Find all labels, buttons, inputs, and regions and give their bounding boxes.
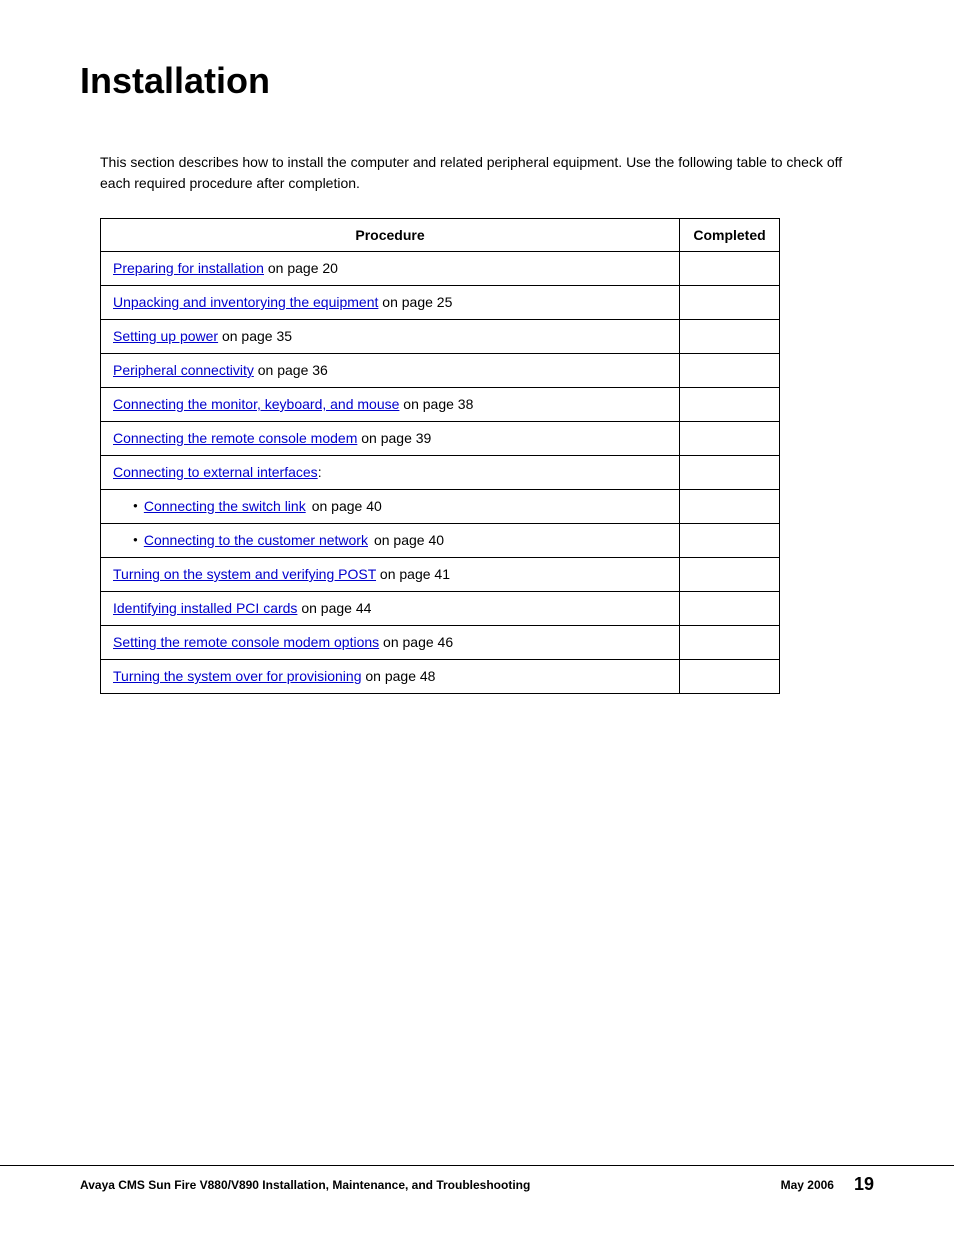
table-row: Setting the remote console modem options… <box>101 626 780 660</box>
completed-cell <box>680 354 780 388</box>
procedure-suffix: on page 41 <box>376 566 450 582</box>
bullet-item: ● Connecting the switch link on page 40 <box>133 496 667 517</box>
procedure-cell: Turning the system over for provisioning… <box>101 660 680 694</box>
procedure-cell: Unpacking and inventorying the equipment… <box>101 286 680 320</box>
table-header-procedure: Procedure <box>101 219 680 252</box>
procedure-cell: Setting the remote console modem options… <box>101 626 680 660</box>
procedure-link[interactable]: Preparing for installation <box>113 260 264 276</box>
completed-cell <box>680 558 780 592</box>
procedure-cell: Turning on the system and verifying POST… <box>101 558 680 592</box>
procedure-cell: Peripheral connectivity on page 36 <box>101 354 680 388</box>
procedure-link[interactable]: Peripheral connectivity <box>113 362 254 378</box>
procedure-link[interactable]: Connecting the switch link <box>144 496 306 517</box>
page-container: Installation This section describes how … <box>0 0 954 1235</box>
procedure-cell: Connecting the monitor, keyboard, and mo… <box>101 388 680 422</box>
footer-right: May 2006 19 <box>781 1174 874 1195</box>
completed-cell <box>680 660 780 694</box>
procedure-suffix: on page 35 <box>218 328 292 344</box>
procedure-cell: Setting up power on page 35 <box>101 320 680 354</box>
completed-cell <box>680 252 780 286</box>
completed-cell <box>680 626 780 660</box>
procedure-suffix: on page 40 <box>312 496 382 517</box>
footer-title: Avaya CMS Sun Fire V880/V890 Installatio… <box>80 1178 530 1192</box>
completed-cell <box>680 422 780 456</box>
procedure-link[interactable]: Identifying installed PCI cards <box>113 600 297 616</box>
bullet-dot: ● <box>133 500 138 512</box>
page-footer: Avaya CMS Sun Fire V880/V890 Installatio… <box>0 1165 954 1195</box>
page-title: Installation <box>80 60 874 102</box>
procedure-link[interactable]: Connecting to external interfaces <box>113 464 318 480</box>
completed-cell <box>680 320 780 354</box>
procedure-link[interactable]: Unpacking and inventorying the equipment <box>113 294 378 310</box>
procedure-cell: Connecting to external interfaces: <box>101 456 680 490</box>
completed-cell <box>680 286 780 320</box>
procedure-suffix: on page 36 <box>254 362 328 378</box>
procedure-link[interactable]: Setting the remote console modem options <box>113 634 379 650</box>
procedure-suffix: on page 46 <box>379 634 453 650</box>
procedure-suffix: on page 48 <box>361 668 435 684</box>
table-row: Unpacking and inventorying the equipment… <box>101 286 780 320</box>
completed-cell <box>680 388 780 422</box>
procedure-table: Procedure Completed Preparing for instal… <box>100 218 780 694</box>
bullet-item: ● Connecting to the customer network on p… <box>133 530 667 551</box>
procedure-link[interactable]: Setting up power <box>113 328 218 344</box>
footer-date: May 2006 <box>781 1178 834 1192</box>
table-row: Connecting the remote console modem on p… <box>101 422 780 456</box>
table-row: Identifying installed PCI cards on page … <box>101 592 780 626</box>
table-header-completed: Completed <box>680 219 780 252</box>
table-row: ● Connecting to the customer network on p… <box>101 524 780 558</box>
procedure-link[interactable]: Connecting the remote console modem <box>113 430 357 446</box>
procedure-suffix: on page 38 <box>399 396 473 412</box>
procedure-cell: ● Connecting to the customer network on p… <box>101 524 680 558</box>
procedure-cell: Preparing for installation on page 20 <box>101 252 680 286</box>
bullet-dot: ● <box>133 534 138 546</box>
table-row: Turning on the system and verifying POST… <box>101 558 780 592</box>
table-row: Setting up power on page 35 <box>101 320 780 354</box>
table-row: Turning the system over for provisioning… <box>101 660 780 694</box>
procedure-suffix: on page 40 <box>374 530 444 551</box>
completed-cell <box>680 592 780 626</box>
procedure-cell: Connecting the remote console modem on p… <box>101 422 680 456</box>
procedure-cell: Identifying installed PCI cards on page … <box>101 592 680 626</box>
procedure-link[interactable]: Connecting to the customer network <box>144 530 368 551</box>
procedure-link[interactable]: Turning the system over for provisioning <box>113 668 361 684</box>
table-row: Connecting the monitor, keyboard, and mo… <box>101 388 780 422</box>
procedure-link[interactable]: Turning on the system and verifying POST <box>113 566 376 582</box>
procedure-suffix: on page 39 <box>357 430 431 446</box>
completed-cell <box>680 456 780 490</box>
procedure-suffix: on page 44 <box>297 600 371 616</box>
intro-paragraph: This section describes how to install th… <box>100 152 874 194</box>
table-row: Peripheral connectivity on page 36 <box>101 354 780 388</box>
procedure-suffix: on page 20 <box>264 260 338 276</box>
procedure-link[interactable]: Connecting the monitor, keyboard, and mo… <box>113 396 399 412</box>
table-row: ● Connecting the switch link on page 40 <box>101 490 780 524</box>
procedure-suffix: on page 25 <box>378 294 452 310</box>
footer-page-number: 19 <box>854 1174 874 1195</box>
procedure-suffix: : <box>318 464 322 480</box>
completed-cell <box>680 490 780 524</box>
table-row: Connecting to external interfaces: <box>101 456 780 490</box>
table-row: Preparing for installation on page 20 <box>101 252 780 286</box>
completed-cell <box>680 524 780 558</box>
procedure-cell: ● Connecting the switch link on page 40 <box>101 490 680 524</box>
